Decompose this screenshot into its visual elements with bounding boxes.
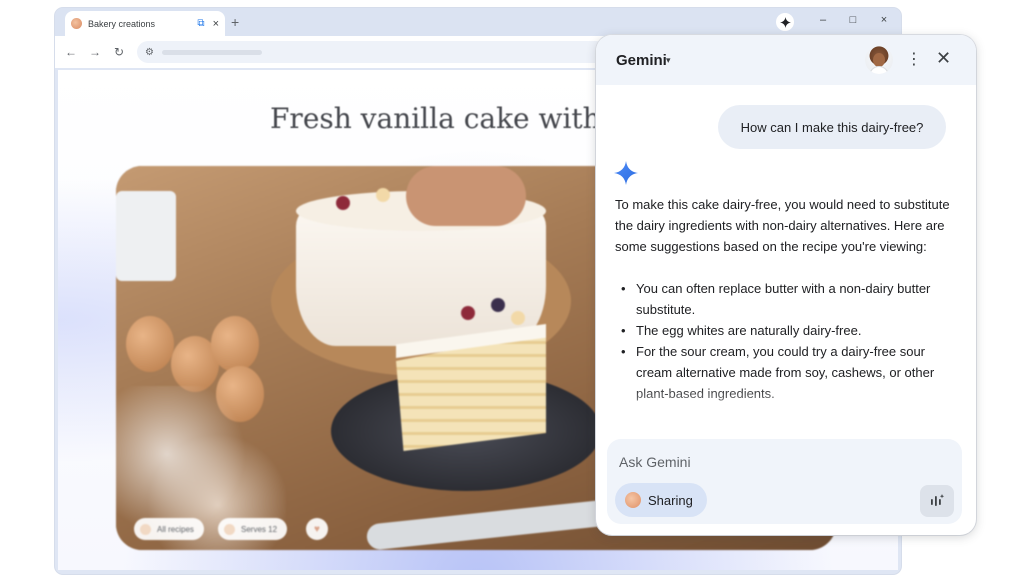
- hand-shape: [406, 166, 526, 226]
- gemini-header: Gemini ▾ ⋮ ✕: [596, 35, 976, 85]
- maximize-button[interactable]: □: [844, 14, 862, 26]
- chevron-down-icon[interactable]: ▾: [666, 55, 671, 66]
- forward-button[interactable]: →: [83, 45, 107, 59]
- list-item: The egg whites are naturally dairy-free.: [615, 320, 960, 341]
- reload-button[interactable]: ↻: [107, 45, 131, 59]
- gemini-toolbar-button[interactable]: [776, 13, 794, 31]
- live-audio-icon: [931, 494, 945, 506]
- tab-title: Bakery creations: [88, 18, 156, 29]
- sharing-label: Sharing: [648, 492, 693, 508]
- shared-tab-favicon-icon: [625, 492, 641, 508]
- voice-input-button[interactable]: [920, 485, 954, 517]
- gemini-title[interactable]: Gemini: [616, 52, 667, 69]
- minimize-button[interactable]: –: [814, 14, 832, 26]
- chip-serves[interactable]: Serves 12: [218, 518, 288, 540]
- tab-share-icon[interactable]: ⧉: [197, 18, 204, 29]
- more-options-icon[interactable]: ⋮: [906, 49, 922, 69]
- gemini-side-panel: Gemini ▾ ⋮ ✕ How can I make this dairy-f…: [596, 35, 976, 535]
- sharing-button[interactable]: Sharing: [615, 483, 707, 517]
- address-bar[interactable]: ⚙: [137, 41, 607, 63]
- list-item: You can often replace butter with a non-…: [615, 278, 960, 320]
- heart-icon[interactable]: ♥: [306, 518, 328, 540]
- back-button[interactable]: ←: [59, 45, 83, 59]
- favicon-icon: [71, 18, 82, 29]
- screen: Bakery creations ⧉ × + – □ × ← → ↻ ⚙ Fre…: [0, 0, 1024, 577]
- prompt-box: Sharing: [607, 439, 962, 524]
- chip-all-recipes[interactable]: All recipes: [134, 518, 204, 540]
- gemini-response: To make this cake dairy-free, you would …: [615, 194, 960, 404]
- tab-bakery-creations[interactable]: Bakery creations ⧉ ×: [65, 11, 225, 36]
- ask-gemini-input[interactable]: [619, 454, 939, 470]
- user-message-bubble: How can I make this dairy-free?: [718, 105, 946, 149]
- tab-strip: Bakery creations ⧉ × + – □ ×: [55, 8, 901, 36]
- close-icon[interactable]: ✕: [936, 48, 951, 69]
- window-close-button[interactable]: ×: [875, 14, 893, 26]
- url-placeholder-bar: [161, 49, 262, 55]
- recipe-title: Fresh vanilla cake with l: [270, 102, 619, 135]
- scroll-fade: [596, 385, 976, 445]
- gemini-sparkle-icon: [614, 161, 638, 185]
- avatar[interactable]: [865, 46, 893, 74]
- egg: [126, 316, 174, 372]
- tab-close-icon[interactable]: ×: [213, 18, 219, 30]
- gemini-sparkle-icon: [779, 16, 791, 28]
- new-tab-button[interactable]: +: [231, 14, 239, 30]
- egg: [211, 316, 259, 372]
- cup-shape: [116, 191, 176, 281]
- response-intro: To make this cake dairy-free, you would …: [615, 197, 950, 254]
- site-settings-icon[interactable]: ⚙: [145, 47, 154, 58]
